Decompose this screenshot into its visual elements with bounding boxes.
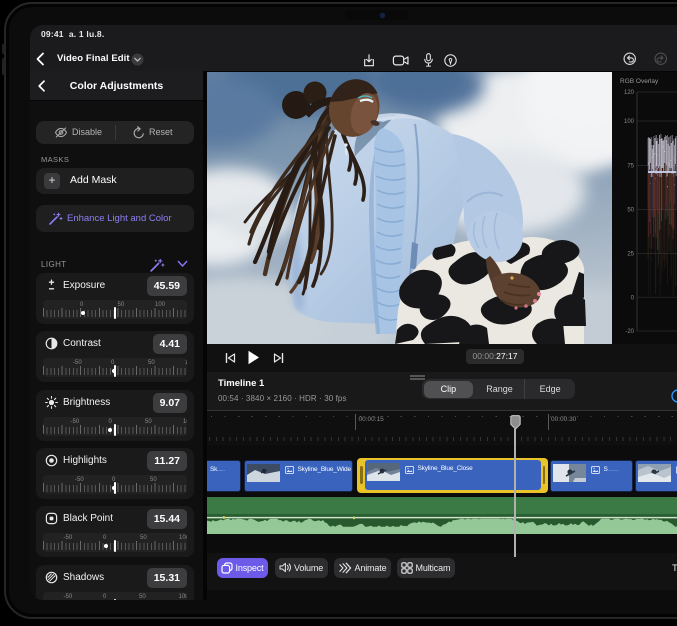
svg-text:75: 75: [627, 163, 634, 169]
svg-text:RGB Overlay: RGB Overlay: [620, 78, 659, 85]
svg-text:-20: -20: [625, 329, 634, 335]
svg-text:120: 120: [624, 90, 635, 96]
svg-text:100: 100: [624, 119, 635, 125]
svg-text:50: 50: [627, 207, 634, 213]
svg-text:25: 25: [627, 251, 634, 257]
